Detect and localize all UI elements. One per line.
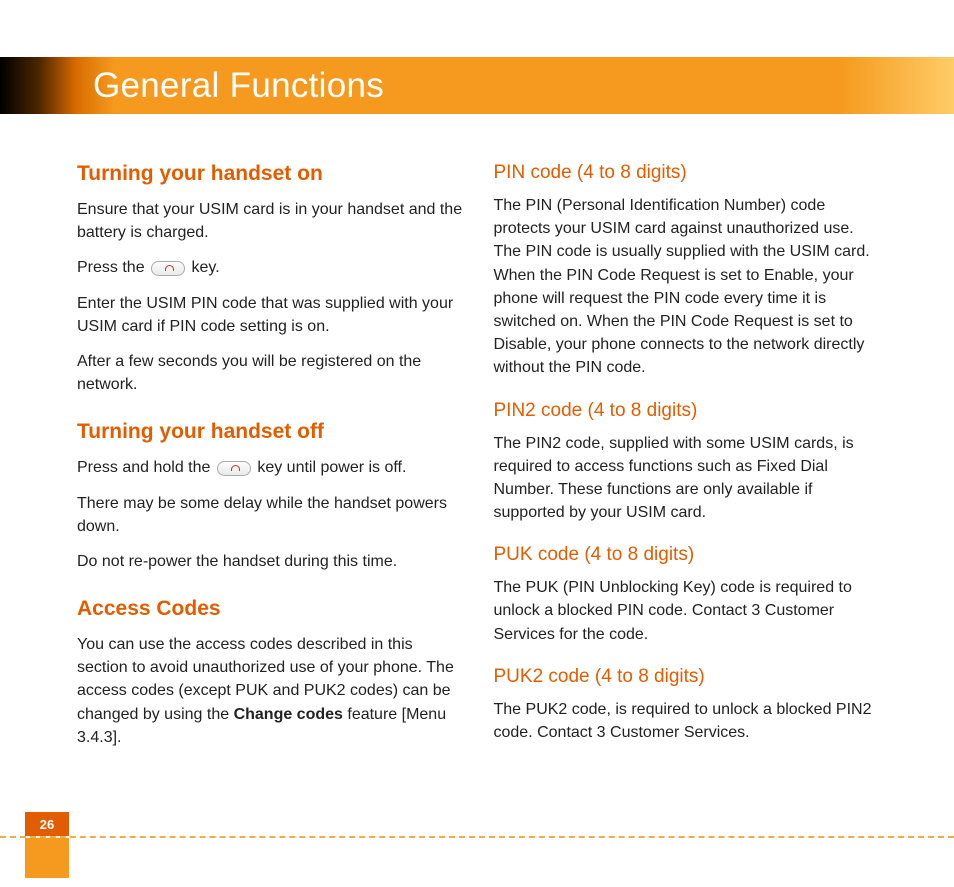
paragraph: Ensure that your USIM card is in your ha… — [77, 198, 466, 244]
heading-access-codes: Access Codes — [77, 597, 466, 621]
paragraph: Press and hold the key until power is of… — [77, 456, 466, 479]
paragraph: Do not re-power the handset during this … — [77, 550, 466, 573]
paragraph: You can use the access codes described i… — [77, 633, 466, 749]
paragraph: The PUK2 code, is required to unlock a b… — [494, 698, 883, 744]
heading-puk2: PUK2 code (4 to 8 digits) — [494, 666, 883, 688]
text-fragment: key. — [187, 259, 220, 276]
right-column: PIN code (4 to 8 digits) The PIN (Person… — [494, 162, 883, 761]
paragraph: The PIN (Personal Identification Number)… — [494, 194, 883, 380]
heading-puk: PUK code (4 to 8 digits) — [494, 544, 883, 566]
heading-turning-off: Turning your handset off — [77, 420, 466, 444]
power-key-icon — [217, 461, 251, 476]
text-bold: Change codes — [234, 706, 343, 723]
paragraph: Press the key. — [77, 256, 466, 279]
page-title: General Functions — [93, 66, 384, 106]
text-fragment: key until power is off. — [253, 459, 407, 476]
power-key-icon — [151, 261, 185, 276]
footer: 26 — [0, 812, 954, 836]
heading-pin: PIN code (4 to 8 digits) — [494, 162, 883, 184]
text-fragment: Press the — [77, 259, 149, 276]
paragraph: After a few seconds you will be register… — [77, 350, 466, 396]
heading-pin2: PIN2 code (4 to 8 digits) — [494, 400, 883, 422]
dashed-divider — [0, 836, 954, 838]
page-number-badge: 26 — [25, 812, 69, 836]
paragraph: The PIN2 code, supplied with some USIM c… — [494, 432, 883, 525]
paragraph: Enter the USIM PIN code that was supplie… — [77, 292, 466, 338]
paragraph: There may be some delay while the handse… — [77, 492, 466, 538]
heading-turning-on: Turning your handset on — [77, 162, 466, 186]
left-column: Turning your handset on Ensure that your… — [77, 162, 466, 761]
text-fragment: Press and hold the — [77, 459, 215, 476]
header-band: General Functions — [0, 57, 954, 114]
paragraph: The PUK (PIN Unblocking Key) code is req… — [494, 576, 883, 646]
orange-footer-strip — [25, 838, 69, 878]
content-area: Turning your handset on Ensure that your… — [77, 162, 882, 761]
